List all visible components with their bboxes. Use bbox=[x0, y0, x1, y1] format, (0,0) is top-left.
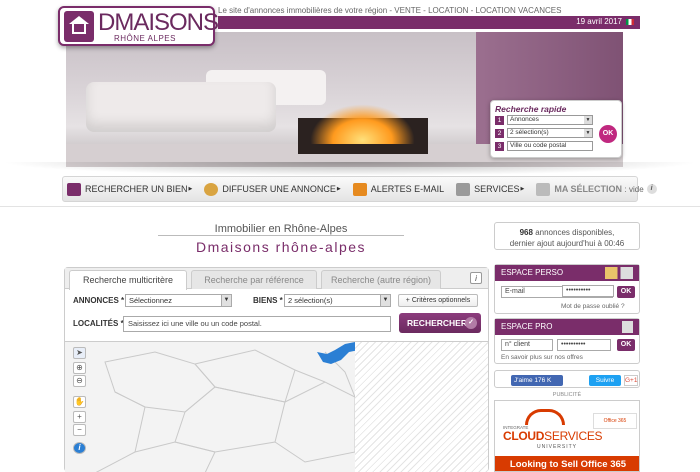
chevron-down-icon: ▼ bbox=[584, 129, 592, 137]
info-icon[interactable]: i bbox=[470, 272, 482, 284]
pointer-tool-icon[interactable]: ➤ bbox=[73, 347, 86, 359]
social-bar: J'aime 176 K Suivre G+1 bbox=[494, 370, 640, 388]
twitter-follow-button[interactable]: Suivre bbox=[589, 375, 621, 386]
logo-name: DMAISONS bbox=[98, 9, 219, 36]
espace-pro-box: ESPACE PRO n° client •••••••••• OK En sa… bbox=[494, 318, 640, 364]
search-button[interactable]: RECHERCHER ✓ bbox=[399, 313, 481, 333]
house-icon bbox=[67, 182, 81, 196]
stats-line2: dernier ajout aujourd'hui à 00:46 bbox=[509, 239, 625, 248]
logo-region: RHÔNE ALPES bbox=[114, 34, 176, 43]
quick-biens-select[interactable]: 2 sélection(s) ▼ bbox=[507, 128, 593, 138]
biens-label: BIENS * bbox=[253, 296, 283, 305]
region-map[interactable]: ➤ ⊕ ⊖ ✋ + − i bbox=[65, 341, 488, 472]
menu-services[interactable]: SERVICES ▶ bbox=[452, 182, 524, 196]
main-menu: RECHERCHER UN BIEN ▶ DIFFUSER UNE ANNONCE… bbox=[62, 176, 657, 202]
search-tabs: Recherche multicritère Recherche par réf… bbox=[65, 268, 488, 290]
forgot-password-link[interactable]: Mot de passe oublié ? bbox=[561, 303, 625, 310]
annonces-select[interactable]: Sélectionnez ▼ bbox=[125, 294, 232, 307]
info-icon[interactable]: i bbox=[73, 442, 86, 454]
quick-location-input[interactable]: Ville ou code postal bbox=[507, 141, 593, 151]
tab-other-region[interactable]: Recherche (autre région) bbox=[321, 270, 441, 289]
divider bbox=[158, 235, 404, 236]
step-number: 2 bbox=[495, 128, 504, 138]
login-icons bbox=[605, 267, 633, 279]
quick-search-box: Recherche rapide 1 Annonces ▼ 2 2 sélecti… bbox=[490, 100, 622, 158]
hero-shadow bbox=[0, 162, 700, 176]
quick-search-row: 3 Ville ou code postal bbox=[495, 141, 593, 151]
house-logo-icon bbox=[64, 11, 94, 42]
zoom-in-icon[interactable]: + bbox=[73, 411, 86, 423]
page-subtitle: Immobilier en Rhône-Alpes bbox=[214, 223, 348, 235]
chevron-down-icon: ▼ bbox=[380, 295, 390, 306]
italian-flag-icon[interactable] bbox=[626, 19, 634, 25]
office365-badge: Office 365 bbox=[593, 413, 637, 429]
perso-ok-button[interactable]: OK bbox=[617, 286, 635, 298]
step-number: 3 bbox=[495, 141, 504, 151]
info-icon[interactable]: i bbox=[646, 184, 657, 194]
ad-brand: CLOUDSERVICES bbox=[503, 429, 603, 443]
localites-input[interactable]: Saisissez ici une ville ou un code posta… bbox=[123, 316, 391, 332]
perso-password-field[interactable]: •••••••••• bbox=[562, 285, 614, 297]
listing-count: 968 bbox=[519, 228, 533, 237]
offers-link[interactable]: En savoir plus sur nos offres bbox=[501, 354, 583, 361]
zoom-in-box-icon[interactable]: ⊕ bbox=[73, 362, 86, 374]
menu-my-selection[interactable]: MA SÉLECTION : vide i bbox=[532, 182, 657, 196]
quick-search-ok-button[interactable]: OK bbox=[599, 125, 617, 143]
search-panel: Recherche multicritère Recherche par réf… bbox=[64, 267, 489, 472]
localites-label: LOCALITÉS * bbox=[73, 319, 124, 328]
facebook-like-button[interactable]: J'aime 176 K bbox=[511, 375, 563, 386]
listing-stats: 968 annonces disponibles, dernier ajout … bbox=[494, 222, 640, 250]
pan-hand-icon[interactable]: ✋ bbox=[73, 396, 86, 408]
espace-pro-header: ESPACE PRO bbox=[495, 319, 639, 335]
zoom-out-box-icon[interactable]: ⊖ bbox=[73, 375, 86, 387]
email-alert-icon bbox=[352, 182, 367, 196]
date-bar: 19 avril 2017 bbox=[218, 16, 640, 29]
ad-label: PUBLICITÉ bbox=[552, 392, 582, 398]
client-number-field[interactable]: n° client bbox=[501, 339, 553, 351]
check-icon: ✓ bbox=[465, 317, 477, 329]
chevron-down-icon: ▼ bbox=[221, 295, 231, 306]
site-logo[interactable]: DMAISONS RHÔNE ALPES bbox=[58, 6, 219, 46]
megaphone-icon bbox=[204, 182, 219, 196]
quick-search-row: 2 2 sélection(s) ▼ bbox=[495, 128, 593, 138]
selection-icon bbox=[536, 182, 551, 196]
tab-reference[interactable]: Recherche par référence bbox=[191, 270, 317, 289]
cloud-icon bbox=[525, 409, 565, 425]
menu-search-property[interactable]: RECHERCHER UN BIEN ▶ bbox=[63, 182, 192, 196]
site-tagline: Le site d'annonces immobilières de votre… bbox=[218, 6, 562, 15]
quick-search-row: 1 Annonces ▼ bbox=[495, 115, 593, 125]
stats-line1: annonces disponibles, bbox=[535, 228, 615, 237]
annonces-label: ANNONCES * bbox=[73, 296, 125, 305]
services-icon bbox=[456, 182, 471, 196]
ad-university: UNIVERSITY bbox=[537, 444, 578, 450]
espace-perso-header: ESPACE PERSO bbox=[495, 265, 639, 281]
pro-password-field[interactable]: •••••••••• bbox=[557, 339, 611, 351]
quick-annonces-select[interactable]: Annonces ▼ bbox=[507, 115, 593, 125]
divider bbox=[0, 206, 700, 207]
step-number: 1 bbox=[495, 115, 504, 125]
advertisement[interactable]: INTEGRATE Office 365 CLOUDSERVICES UNIVE… bbox=[494, 400, 640, 472]
optional-criteria-button[interactable]: + Critères optionnels bbox=[398, 294, 478, 307]
ad-headline: Looking to Sell Office 365 bbox=[495, 456, 639, 471]
biens-select[interactable]: 2 sélection(s) ▼ bbox=[284, 294, 391, 307]
pro-ok-button[interactable]: OK bbox=[617, 339, 635, 351]
page-brand-title: Dmaisons rhône-alpes bbox=[195, 239, 367, 255]
tab-multicritere[interactable]: Recherche multicritère bbox=[69, 270, 187, 290]
gplus-button[interactable]: G+1 bbox=[624, 375, 638, 386]
pro-login-icon bbox=[605, 321, 633, 333]
zoom-out-icon[interactable]: − bbox=[73, 424, 86, 436]
current-date: 19 avril 2017 bbox=[576, 17, 622, 26]
chevron-down-icon: ▼ bbox=[584, 116, 592, 124]
quick-search-title: Recherche rapide bbox=[495, 104, 567, 114]
menu-post-ad[interactable]: DIFFUSER UNE ANNONCE ▶ bbox=[200, 182, 341, 196]
menu-email-alerts[interactable]: ALERTES E-MAIL bbox=[349, 182, 444, 196]
